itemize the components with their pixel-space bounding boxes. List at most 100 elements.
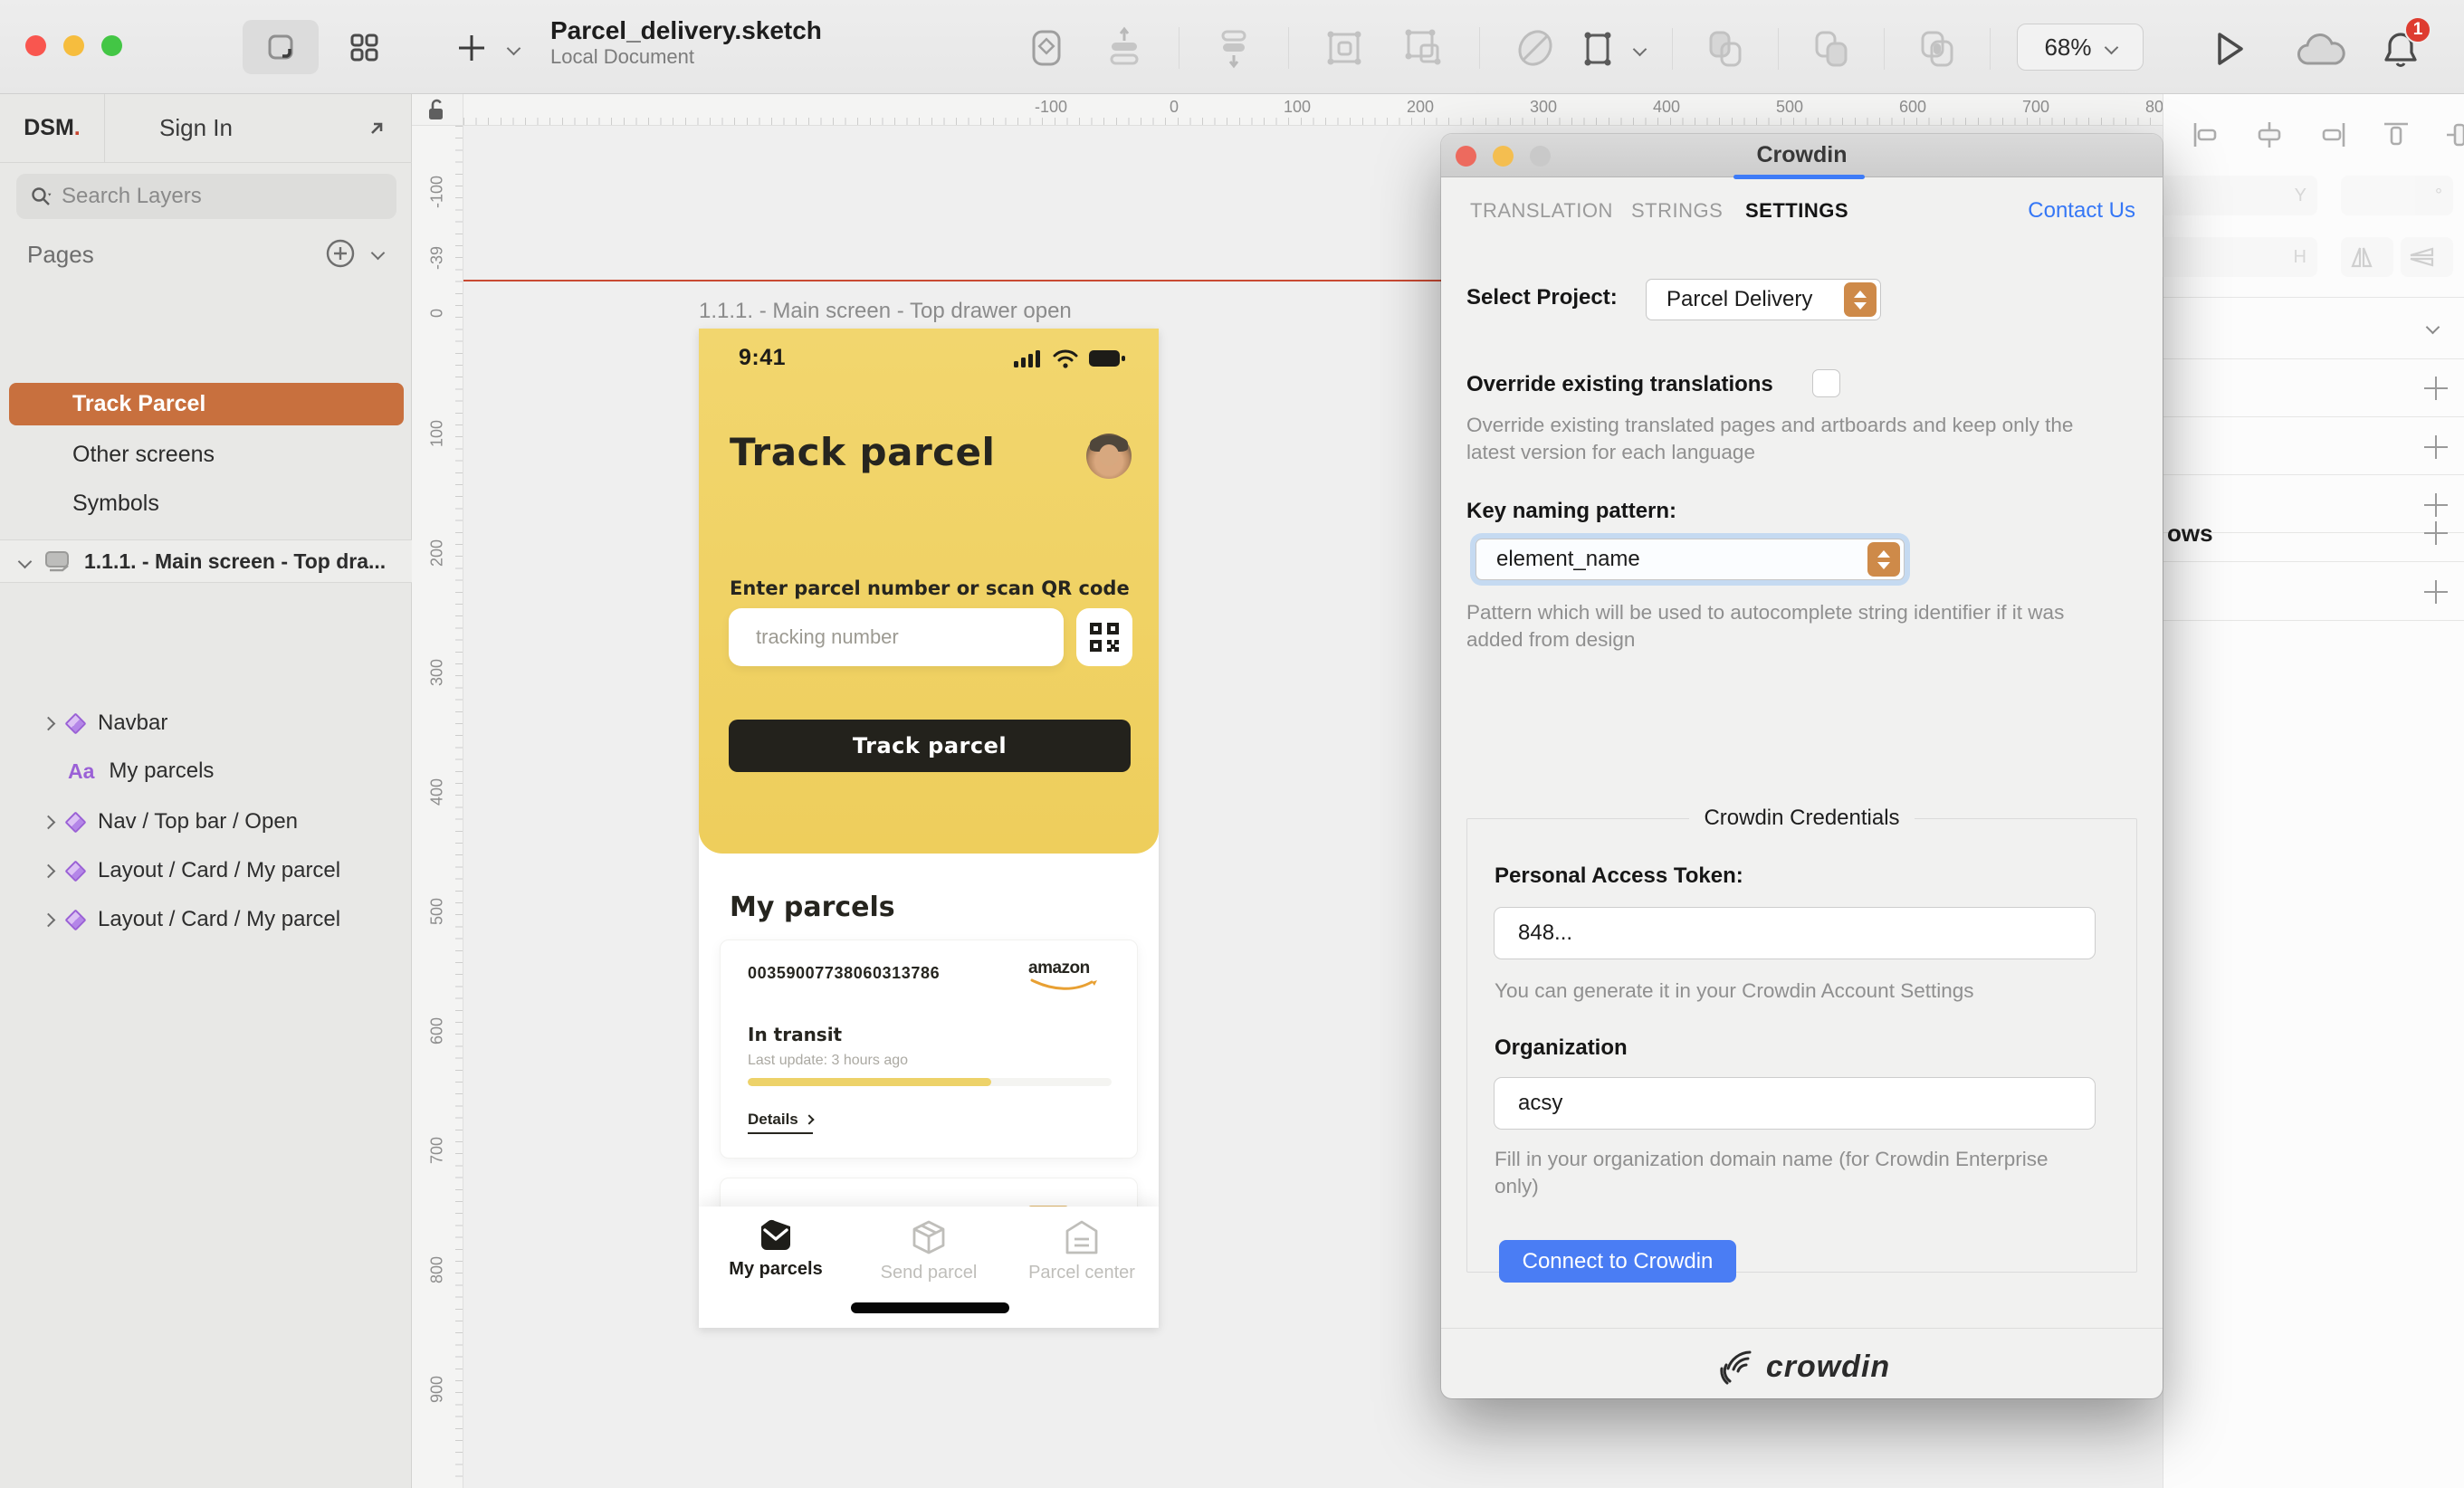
chevron-down-icon — [1633, 42, 1647, 56]
ungroup-icon[interactable] — [1399, 24, 1448, 72]
override-checkbox[interactable] — [1812, 369, 1840, 397]
artboard-group-row[interactable]: 1.1.1. - Main screen - Top dra... — [0, 539, 412, 583]
add-page-button[interactable] — [324, 237, 357, 274]
tracking-number-input[interactable]: tracking number — [729, 608, 1064, 666]
sign-in-button[interactable]: Sign In — [105, 114, 412, 142]
layer-row-nav-top-bar[interactable]: Nav / Top bar / Open — [0, 801, 412, 843]
minimize-button[interactable] — [63, 35, 84, 56]
unlock-icon[interactable] — [425, 97, 449, 122]
grid-view-toggle[interactable] — [326, 20, 402, 74]
insert-button[interactable] — [454, 31, 519, 65]
artboard-group-label: 1.1.1. - Main screen - Top dra... — [84, 549, 386, 574]
connect-to-crowdin-button[interactable]: Connect to Crowdin — [1499, 1240, 1736, 1283]
add-shadow-button[interactable] — [2424, 521, 2448, 545]
ruler-label: 400 — [428, 778, 447, 806]
subtract-icon[interactable] — [1806, 24, 1857, 74]
dsm-tab[interactable]: DSM. — [0, 94, 105, 163]
tab-settings[interactable]: SETTINGS — [1745, 199, 1848, 223]
intersect-icon[interactable] — [1912, 24, 1963, 74]
pages-collapse-icon[interactable] — [371, 246, 386, 261]
tab-strings[interactable]: STRINGS — [1631, 199, 1723, 223]
notifications-button[interactable]: 1 — [2377, 27, 2424, 79]
organization-input[interactable]: acsy — [1494, 1077, 2096, 1130]
key-naming-value: element_name — [1496, 547, 1640, 572]
nav-parcel-center[interactable]: Parcel center — [1014, 1219, 1150, 1283]
minimize-button[interactable] — [1493, 146, 1514, 167]
contact-us-link[interactable]: Contact Us — [2028, 198, 2135, 224]
close-button[interactable] — [1456, 146, 1476, 167]
distribute-down-icon[interactable] — [1210, 24, 1257, 72]
notification-badge: 1 — [2404, 16, 2431, 43]
expand-icon[interactable] — [42, 716, 56, 730]
flip-vertical-button[interactable] — [2401, 237, 2453, 277]
parcel-details-link[interactable]: Details — [748, 1111, 813, 1134]
layer-label: My parcels — [109, 758, 214, 784]
group-icon[interactable] — [1320, 24, 1369, 72]
avatar[interactable] — [1086, 434, 1132, 479]
token-input[interactable]: 848... — [1494, 907, 2096, 959]
layer-row-navbar[interactable]: Navbar — [0, 702, 412, 744]
zoom-window-button[interactable] — [101, 35, 122, 56]
add-fill-button[interactable] — [2424, 435, 2448, 459]
zoom-select[interactable]: 68% — [2017, 24, 2144, 71]
expand-icon[interactable] — [42, 863, 56, 878]
ruler-label: 100 — [428, 420, 447, 447]
add-border-button[interactable] — [2424, 493, 2448, 517]
preview-button[interactable] — [2207, 27, 2250, 75]
tab-translation[interactable]: TRANSLATION — [1470, 199, 1613, 223]
layer-row-card-1[interactable]: Layout / Card / My parcel — [0, 850, 412, 892]
align-right-icon[interactable] — [2317, 119, 2348, 150]
insert-symbol-icon[interactable] — [1023, 24, 1070, 72]
rotation-field[interactable]: ° — [2341, 176, 2453, 215]
select-project-dropdown[interactable]: Parcel Delivery — [1646, 279, 1881, 320]
edit-frame-button[interactable] — [1575, 24, 1645, 73]
canvas-view-toggle[interactable] — [243, 20, 319, 74]
play-icon — [2207, 27, 2250, 71]
layer-row-my-parcels[interactable]: Aa My parcels — [0, 750, 412, 792]
artboard[interactable]: 9:41 Track parcel Enter parcel number or… — [699, 329, 1159, 1328]
ruler-label: 200 — [1393, 98, 1447, 117]
layer-label: Layout / Card / My parcel — [98, 858, 340, 883]
add-style-button[interactable] — [2424, 377, 2448, 400]
scan-qr-button[interactable] — [1076, 608, 1132, 666]
mail-icon — [756, 1219, 796, 1252]
nav-send-parcel[interactable]: Send parcel — [861, 1219, 997, 1283]
expand-icon[interactable] — [42, 815, 56, 829]
sidebar-page-other-screens[interactable]: Other screens — [0, 434, 412, 475]
union-icon[interactable] — [1700, 24, 1751, 74]
degree-label: ° — [2435, 186, 2442, 206]
parcel-progress-track — [748, 1078, 1112, 1086]
parcel-card[interactable]: 00359007738060313786 amazon In transit L… — [720, 940, 1138, 1159]
track-parcel-button[interactable]: Track parcel — [729, 720, 1131, 772]
zoom-window-button[interactable] — [1530, 146, 1551, 167]
ruler-label: 700 — [428, 1137, 447, 1164]
distribute-vertical-icon[interactable] — [1101, 24, 1148, 72]
credentials-fieldset: Crowdin Credentials Personal Access Toke… — [1466, 806, 2137, 1273]
align-top-icon[interactable] — [2381, 119, 2411, 150]
layer-row-card-2[interactable]: Layout / Card / My parcel — [0, 899, 412, 940]
sidebar-page-symbols[interactable]: Symbols — [0, 482, 412, 524]
ruler-label: 600 — [1886, 98, 1940, 117]
search-layers-field[interactable]: Search Layers — [16, 174, 396, 219]
flip-horizontal-button[interactable] — [2341, 237, 2393, 277]
section-collapse-icon[interactable] — [2426, 320, 2440, 335]
cloud-sync-button[interactable] — [2294, 31, 2348, 75]
artboard-title[interactable]: 1.1.1. - Main screen - Top drawer open — [699, 299, 1072, 324]
expand-icon[interactable] — [42, 912, 56, 927]
align-left-icon[interactable] — [2191, 119, 2221, 150]
align-center-h-icon[interactable] — [2254, 119, 2285, 150]
align-middle-v-icon[interactable] — [2444, 119, 2464, 150]
close-button[interactable] — [25, 35, 46, 56]
add-inner-shadow-button[interactable] — [2424, 580, 2448, 604]
nav-my-parcels[interactable]: My parcels — [708, 1219, 844, 1280]
crowdin-footer-divider — [1441, 1328, 2163, 1329]
key-naming-dropdown[interactable]: element_name — [1476, 539, 1905, 580]
parcel-number: 00359007738060313786 — [748, 964, 940, 983]
no-fill-icon[interactable] — [1511, 24, 1560, 72]
ruler-left[interactable]: -100 -39 0 100 200 300 400 500 600 700 8… — [412, 126, 463, 1488]
token-value: 848... — [1518, 920, 1572, 946]
sidebar-page-track-parcel[interactable]: Track Parcel — [9, 383, 404, 425]
crowdin-plugin-window[interactable]: Crowdin TRANSLATION STRINGS SETTINGS Con… — [1441, 134, 2163, 1398]
crowdin-logo: crowdin — [1441, 1347, 2163, 1387]
ruler-label: 500 — [428, 898, 447, 925]
